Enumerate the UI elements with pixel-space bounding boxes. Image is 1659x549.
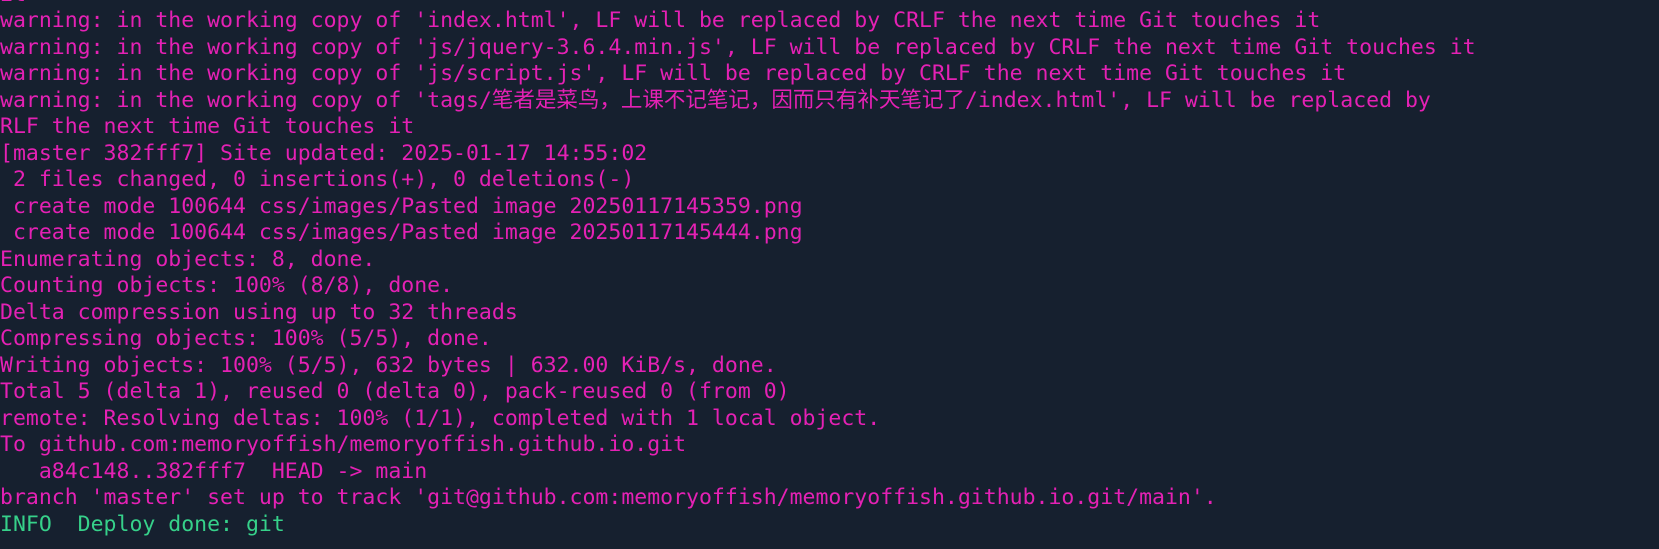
terminal-line: Counting objects: 100% (8/8), done. bbox=[0, 273, 454, 298]
terminal-line: [master 382fff7] Site updated: 2025-01-1… bbox=[0, 141, 648, 166]
terminal-line: warning: in the working copy of 'js/jque… bbox=[0, 35, 1476, 60]
terminal-line: create mode 100644 css/images/Pasted ima… bbox=[0, 194, 803, 219]
terminal-line: Writing objects: 100% (5/5), 632 bytes |… bbox=[0, 353, 777, 378]
terminal-line: Delta compression using up to 32 threads bbox=[0, 300, 518, 325]
terminal-line: remote: Resolving deltas: 100% (1/1), co… bbox=[0, 406, 881, 431]
terminal-line: warning: in the working copy of 'index.h… bbox=[0, 8, 1321, 33]
terminal-line: Compressing objects: 100% (5/5), done. bbox=[0, 326, 492, 351]
terminal-line: warning: in the working copy of 'tags/笔者… bbox=[0, 88, 1431, 113]
terminal-line: create mode 100644 css/images/Pasted ima… bbox=[0, 220, 803, 245]
terminal-line: warning: in the working copy of 'js/scri… bbox=[0, 61, 1347, 86]
terminal-line-info: INFO Deploy done: git bbox=[0, 512, 285, 537]
terminal-line: branch 'master' set up to track 'git@git… bbox=[0, 485, 1217, 510]
terminal-line: a84c148..382fff7 HEAD -> main bbox=[0, 459, 428, 484]
terminal-line: Total 5 (delta 1), reused 0 (delta 0), p… bbox=[0, 379, 790, 404]
terminal-line: RLF the next time Git touches it bbox=[0, 114, 415, 139]
terminal-line: 2 files changed, 0 insertions(+), 0 dele… bbox=[0, 167, 635, 192]
terminal-line: To github.com:memoryoffish/memoryoffish.… bbox=[0, 432, 687, 457]
terminal-window[interactable]: it warning: in the working copy of 'inde… bbox=[0, 0, 1659, 549]
terminal-line: Enumerating objects: 8, done. bbox=[0, 247, 376, 272]
